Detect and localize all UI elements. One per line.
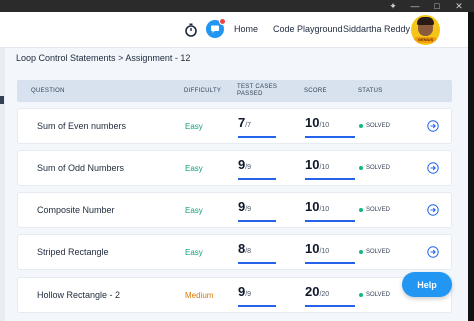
test-cases-passed: 9/9 xyxy=(238,156,276,180)
arrow-right-circle-icon[interactable] xyxy=(427,120,439,132)
sidebar-toggle[interactable] xyxy=(0,48,5,321)
question-title[interactable]: Hollow Rectangle - 2 xyxy=(37,290,120,300)
column-header-status: STATUS xyxy=(358,88,383,94)
difficulty-label: Easy xyxy=(185,164,203,173)
avatar[interactable]: GENIUS xyxy=(411,15,440,45)
maximize-icon[interactable]: □ xyxy=(426,0,448,12)
close-icon[interactable]: ✕ xyxy=(448,0,470,12)
app-window: Home Code Playground Siddartha Reddy GEN… xyxy=(0,12,468,321)
table-row[interactable]: Sum of Even numbers Easy 7/7 10/10 SOLVE… xyxy=(17,108,452,144)
progress-bar xyxy=(305,262,355,264)
score: 10/10 xyxy=(305,240,355,264)
difficulty-label: Easy xyxy=(185,122,203,131)
status-dot xyxy=(359,293,363,297)
table-row[interactable]: Sum of Odd Numbers Easy 9/9 10/10 SOLVED xyxy=(17,150,452,186)
status-dot xyxy=(359,124,363,128)
scrollbar[interactable] xyxy=(468,12,474,321)
test-cases-passed: 7/7 xyxy=(238,114,276,138)
progress-bar xyxy=(238,262,276,264)
score: 10/10 xyxy=(305,198,355,222)
question-title[interactable]: Composite Number xyxy=(37,205,115,215)
breadcrumb-separator: > xyxy=(118,53,124,63)
minimize-icon[interactable]: — xyxy=(404,0,426,12)
score: 20/20 xyxy=(305,283,355,307)
breadcrumb-assignment[interactable]: Assignment - 12 xyxy=(125,53,190,63)
column-header-difficulty: DIFFICULTY xyxy=(184,88,222,94)
help-button[interactable]: Help xyxy=(402,272,452,297)
notification-dot xyxy=(219,18,226,25)
progress-bar xyxy=(238,136,276,138)
arrow-right-circle-icon[interactable] xyxy=(427,246,439,258)
breadcrumb: Loop Control Statements > Assignment - 1… xyxy=(16,53,190,63)
browser-title-bar: ✦ — □ ✕ xyxy=(0,0,474,12)
avatar-badge: GENIUS xyxy=(414,37,437,43)
table-header: QUESTION DIFFICULTY TEST CASES PASSED SC… xyxy=(17,80,452,102)
difficulty-label: Easy xyxy=(185,248,203,257)
progress-bar xyxy=(305,178,355,180)
score: 10/10 xyxy=(305,156,355,180)
nav-home-link[interactable]: Home xyxy=(234,24,258,34)
progress-bar xyxy=(305,305,355,307)
user-name[interactable]: Siddartha Reddy xyxy=(343,24,410,34)
status-dot xyxy=(359,208,363,212)
question-title[interactable]: Sum of Even numbers xyxy=(37,121,126,131)
progress-bar xyxy=(305,220,355,222)
status-dot xyxy=(359,250,363,254)
status-badge: SOLVED xyxy=(359,123,390,129)
test-cases-passed: 9/9 xyxy=(238,283,276,307)
status-badge: SOLVED xyxy=(359,292,390,298)
column-header-test-cases: TEST CASES PASSED xyxy=(237,84,278,97)
difficulty-label: Medium xyxy=(185,291,214,300)
table-row[interactable]: Hollow Rectangle - 2 Medium 9/9 20/20 SO… xyxy=(17,277,452,313)
difficulty-label: Easy xyxy=(185,206,203,215)
arrow-right-circle-icon[interactable] xyxy=(427,204,439,216)
status-badge: SOLVED xyxy=(359,165,390,171)
table-row[interactable]: Composite Number Easy 9/9 10/10 SOLVED xyxy=(17,192,452,228)
top-navbar: Home Code Playground Siddartha Reddy GEN… xyxy=(0,12,468,48)
extensions-icon[interactable]: ✦ xyxy=(382,0,404,12)
stopwatch-icon[interactable] xyxy=(184,23,198,37)
nav-code-playground-link[interactable]: Code Playground xyxy=(273,24,343,34)
table-row[interactable]: Striped Rectangle Easy 8/8 10/10 SOLVED xyxy=(17,234,452,270)
score: 10/10 xyxy=(305,114,355,138)
column-header-question: QUESTION xyxy=(31,88,65,94)
progress-bar xyxy=(238,178,276,180)
question-title[interactable]: Striped Rectangle xyxy=(37,247,109,257)
test-cases-passed: 8/8 xyxy=(238,240,276,264)
arrow-right-circle-icon[interactable] xyxy=(427,162,439,174)
progress-bar xyxy=(305,136,355,138)
status-dot xyxy=(359,166,363,170)
sidebar-toggle-icon xyxy=(0,96,4,104)
test-cases-passed: 9/9 xyxy=(238,198,276,222)
progress-bar xyxy=(238,220,276,222)
discussion-icon[interactable] xyxy=(206,18,226,38)
progress-bar xyxy=(238,305,276,307)
status-badge: SOLVED xyxy=(359,249,390,255)
question-title[interactable]: Sum of Odd Numbers xyxy=(37,163,124,173)
column-header-score: SCORE xyxy=(304,88,327,94)
breadcrumb-section[interactable]: Loop Control Statements xyxy=(16,53,116,63)
status-badge: SOLVED xyxy=(359,207,390,213)
